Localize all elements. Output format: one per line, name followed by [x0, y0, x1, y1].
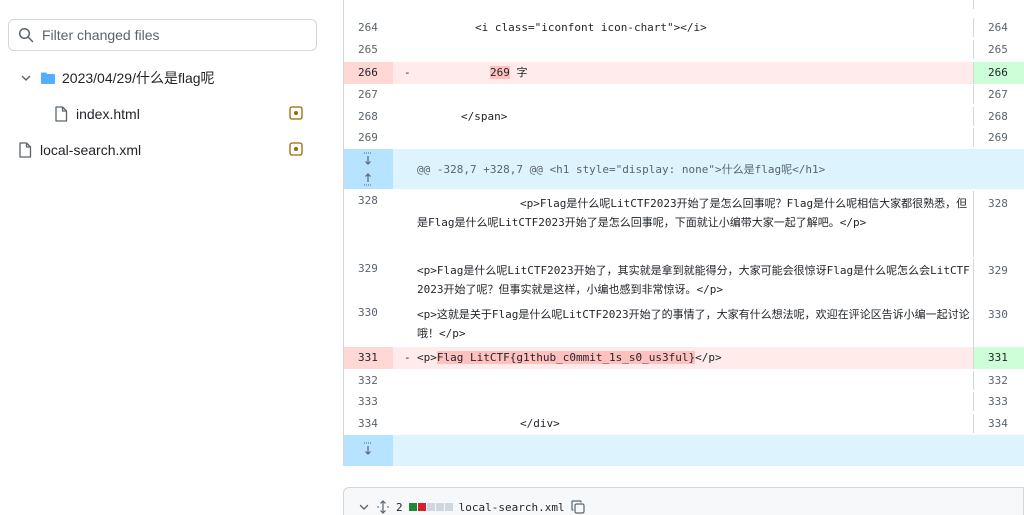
- line-number-right[interactable]: 330: [973, 303, 1024, 347]
- code-line: </div>: [520, 417, 560, 430]
- diff-line[interactable]: 269 269: [344, 128, 1024, 147]
- diff-line[interactable]: 267 267: [344, 85, 1024, 104]
- line-number-right[interactable]: 268: [973, 107, 1024, 126]
- file-tree-sidebar: 2023/04/29/什么是flag呢 index.html local-sea…: [0, 0, 330, 515]
- diff-line[interactable]: 328 <p>Flag是什么呢LitCTF2023开始了是怎么回事呢？Flag是…: [344, 191, 1024, 257]
- copy-icon[interactable]: [570, 500, 585, 514]
- filter-changed-files-input[interactable]: [42, 27, 302, 43]
- file-header-local-search[interactable]: 2 local-search.xml: [343, 487, 1024, 515]
- line-number-right[interactable]: 267: [973, 85, 1024, 104]
- deletion-marker: -: [404, 351, 411, 364]
- diffstat-block-neutral: [435, 503, 444, 511]
- line-number-right[interactable]: 333: [973, 392, 1024, 411]
- expand-controls[interactable]: [344, 435, 393, 466]
- line-number-left[interactable]: 331: [344, 347, 393, 369]
- expand-controls[interactable]: [344, 149, 393, 189]
- diff-line[interactable]: 329 <p>Flag是什么呢LitCTF2023开始了，其实就是拿到就能得分，…: [344, 259, 1024, 303]
- diff-line-deleted[interactable]: 331 - <p>Flag LitCTF{g1thub_c0mmit_1s_s0…: [344, 347, 1024, 369]
- file-name: local-search.xml: [40, 142, 142, 158]
- diffstat-block-deleted: [417, 503, 426, 511]
- line-number-left[interactable]: 268: [344, 107, 393, 126]
- hunk-header: @@ -328,7 +328,7 @@ <h1 style="display: …: [344, 149, 1024, 189]
- diffstat-block-neutral: [426, 503, 435, 511]
- search-icon: [18, 27, 34, 43]
- line-number-left[interactable]: 329: [344, 259, 393, 303]
- line-number-left[interactable]: 269: [344, 128, 393, 147]
- line-number-right[interactable]: 332: [973, 371, 1024, 390]
- code-open-tag: <p>: [417, 351, 437, 364]
- code-rest: 字: [509, 66, 528, 79]
- diff-line[interactable]: 332 332: [344, 371, 1024, 390]
- line-number-left[interactable]: 266: [344, 62, 393, 84]
- diff-line-deleted[interactable]: 266 - 269 字 266: [344, 62, 1024, 84]
- filter-box[interactable]: [8, 19, 317, 51]
- line-number-left[interactable]: 332: [344, 371, 393, 390]
- highlighted-deletion: 269: [490, 66, 510, 79]
- line-number-left[interactable]: 333: [344, 392, 393, 411]
- file-name: index.html: [76, 106, 140, 122]
- diff-line[interactable]: 333 333: [344, 392, 1024, 411]
- expand-up-icon[interactable]: [362, 170, 374, 186]
- diff-line[interactable]: 265 265: [344, 40, 1024, 59]
- line-number-right[interactable]: 265: [973, 40, 1024, 59]
- code-line: </span>: [461, 110, 508, 123]
- line-number-right[interactable]: 266: [973, 62, 1024, 84]
- diffstat-blocks: [408, 503, 453, 511]
- code-line: <i class="iconfont icon-chart"></i>: [475, 21, 707, 34]
- file-icon: [55, 106, 68, 122]
- tree-file-row-local-search[interactable]: local-search.xml: [18, 138, 314, 162]
- code-close-tag: </p>: [695, 351, 722, 364]
- line-number-left[interactable]: 330: [344, 303, 393, 347]
- line-number-left[interactable]: 264: [344, 18, 393, 37]
- folder-icon: [41, 72, 55, 84]
- highlighted-deletion: Flag LitCTF{g1thub_c0mmit_1s_s0_us3ful}: [436, 351, 696, 364]
- code-line: <p>Flag LitCTF{g1thub_c0mmit_1s_s0_us3fu…: [417, 347, 972, 369]
- diffstat-block-neutral: [444, 503, 453, 511]
- line-number-right[interactable]: 331: [973, 347, 1024, 369]
- diff-line[interactable]: 264 <i class="iconfont icon-chart"></i> …: [344, 18, 1024, 37]
- line-number-left[interactable]: 265: [344, 40, 393, 59]
- line-number-right[interactable]: 334: [973, 414, 1024, 433]
- file-path[interactable]: local-search.xml: [459, 501, 565, 514]
- file-icon: [19, 142, 32, 158]
- line-number-right[interactable]: 328: [973, 191, 1024, 257]
- file-modified-icon: [289, 106, 303, 120]
- diff-line: [344, 0, 1024, 9]
- expand-down-icon[interactable]: [362, 442, 374, 458]
- deletion-marker: -: [404, 66, 411, 79]
- line-number-left[interactable]: 267: [344, 85, 393, 104]
- line-number-right[interactable]: 329: [973, 259, 1024, 303]
- diff-line[interactable]: 334 </div> 334: [344, 414, 1024, 433]
- line-number-right[interactable]: 269: [973, 128, 1024, 147]
- folder-name: 2023/04/29/什么是flag呢: [62, 70, 215, 86]
- code-line: 269 字: [417, 62, 972, 84]
- code-line: <p>这就是关于Flag是什么呢LitCTF2023开始了的事情了，大家有什么想…: [417, 308, 970, 340]
- diff-line[interactable]: 268 </span> 268: [344, 107, 1024, 126]
- chevron-down-icon[interactable]: [358, 501, 370, 513]
- hunk-header-text: @@ -328,7 +328,7 @@ <h1 style="display: …: [417, 163, 826, 176]
- tree-file-row-index[interactable]: index.html: [54, 102, 314, 126]
- hunk-expander-bottom: [344, 435, 1024, 466]
- tree-folder-row[interactable]: 2023/04/29/什么是flag呢: [20, 66, 215, 90]
- line-number-right[interactable]: 264: [973, 18, 1024, 37]
- line-number-left[interactable]: 328: [344, 191, 393, 257]
- diff-view: 264 <i class="iconfont icon-chart"></i> …: [343, 0, 1024, 466]
- code-line: <p>Flag是什么呢LitCTF2023开始了是怎么回事呢？Flag是什么呢相…: [417, 197, 968, 229]
- line-number-left[interactable]: 334: [344, 414, 393, 433]
- expand-down-icon[interactable]: [362, 152, 374, 168]
- diffstat-block-added: [408, 503, 417, 511]
- unfold-icon[interactable]: [376, 500, 390, 514]
- diff-line[interactable]: 330 <p>这就是关于Flag是什么呢LitCTF2023开始了的事情了，大家…: [344, 303, 1024, 347]
- chevron-down-icon[interactable]: [20, 72, 32, 84]
- code-line: <p>Flag是什么呢LitCTF2023开始了，其实就是拿到就能得分，大家可能…: [417, 264, 970, 296]
- change-count: 2: [396, 500, 403, 514]
- file-modified-icon: [289, 142, 303, 156]
